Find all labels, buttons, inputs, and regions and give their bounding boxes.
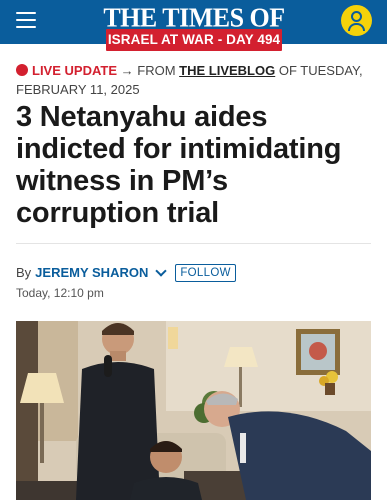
photo-illustration [16, 321, 371, 500]
article-photo[interactable] [16, 321, 371, 500]
by-prefix: By [16, 265, 32, 280]
publish-timestamp: Today, 12:10 pm [16, 286, 104, 300]
follow-button[interactable]: FOLLOW [175, 264, 236, 282]
divider [16, 243, 371, 244]
author-link[interactable]: JEREMY SHARON [35, 263, 148, 283]
live-update-line: LIVE UPDATE → FROM THE LIVEBLOG OF TUESD… [16, 61, 376, 99]
live-dot-icon [16, 64, 28, 76]
arrow-icon: → [120, 63, 134, 78]
user-account-icon[interactable] [341, 5, 372, 36]
liveblog-link[interactable]: THE LIVEBLOG [179, 63, 275, 78]
war-day-badge[interactable]: ISRAEL AT WAR - DAY 494 [106, 29, 282, 51]
chevron-down-icon[interactable] [155, 265, 168, 277]
from-text: FROM [137, 63, 176, 78]
byline: By JEREMY SHARON FOLLOW [16, 262, 236, 284]
hamburger-menu-icon[interactable] [16, 12, 36, 29]
article-headline: 3 Netanyahu aides indicted for intimidat… [16, 101, 342, 229]
live-update-label: LIVE UPDATE [32, 63, 117, 78]
